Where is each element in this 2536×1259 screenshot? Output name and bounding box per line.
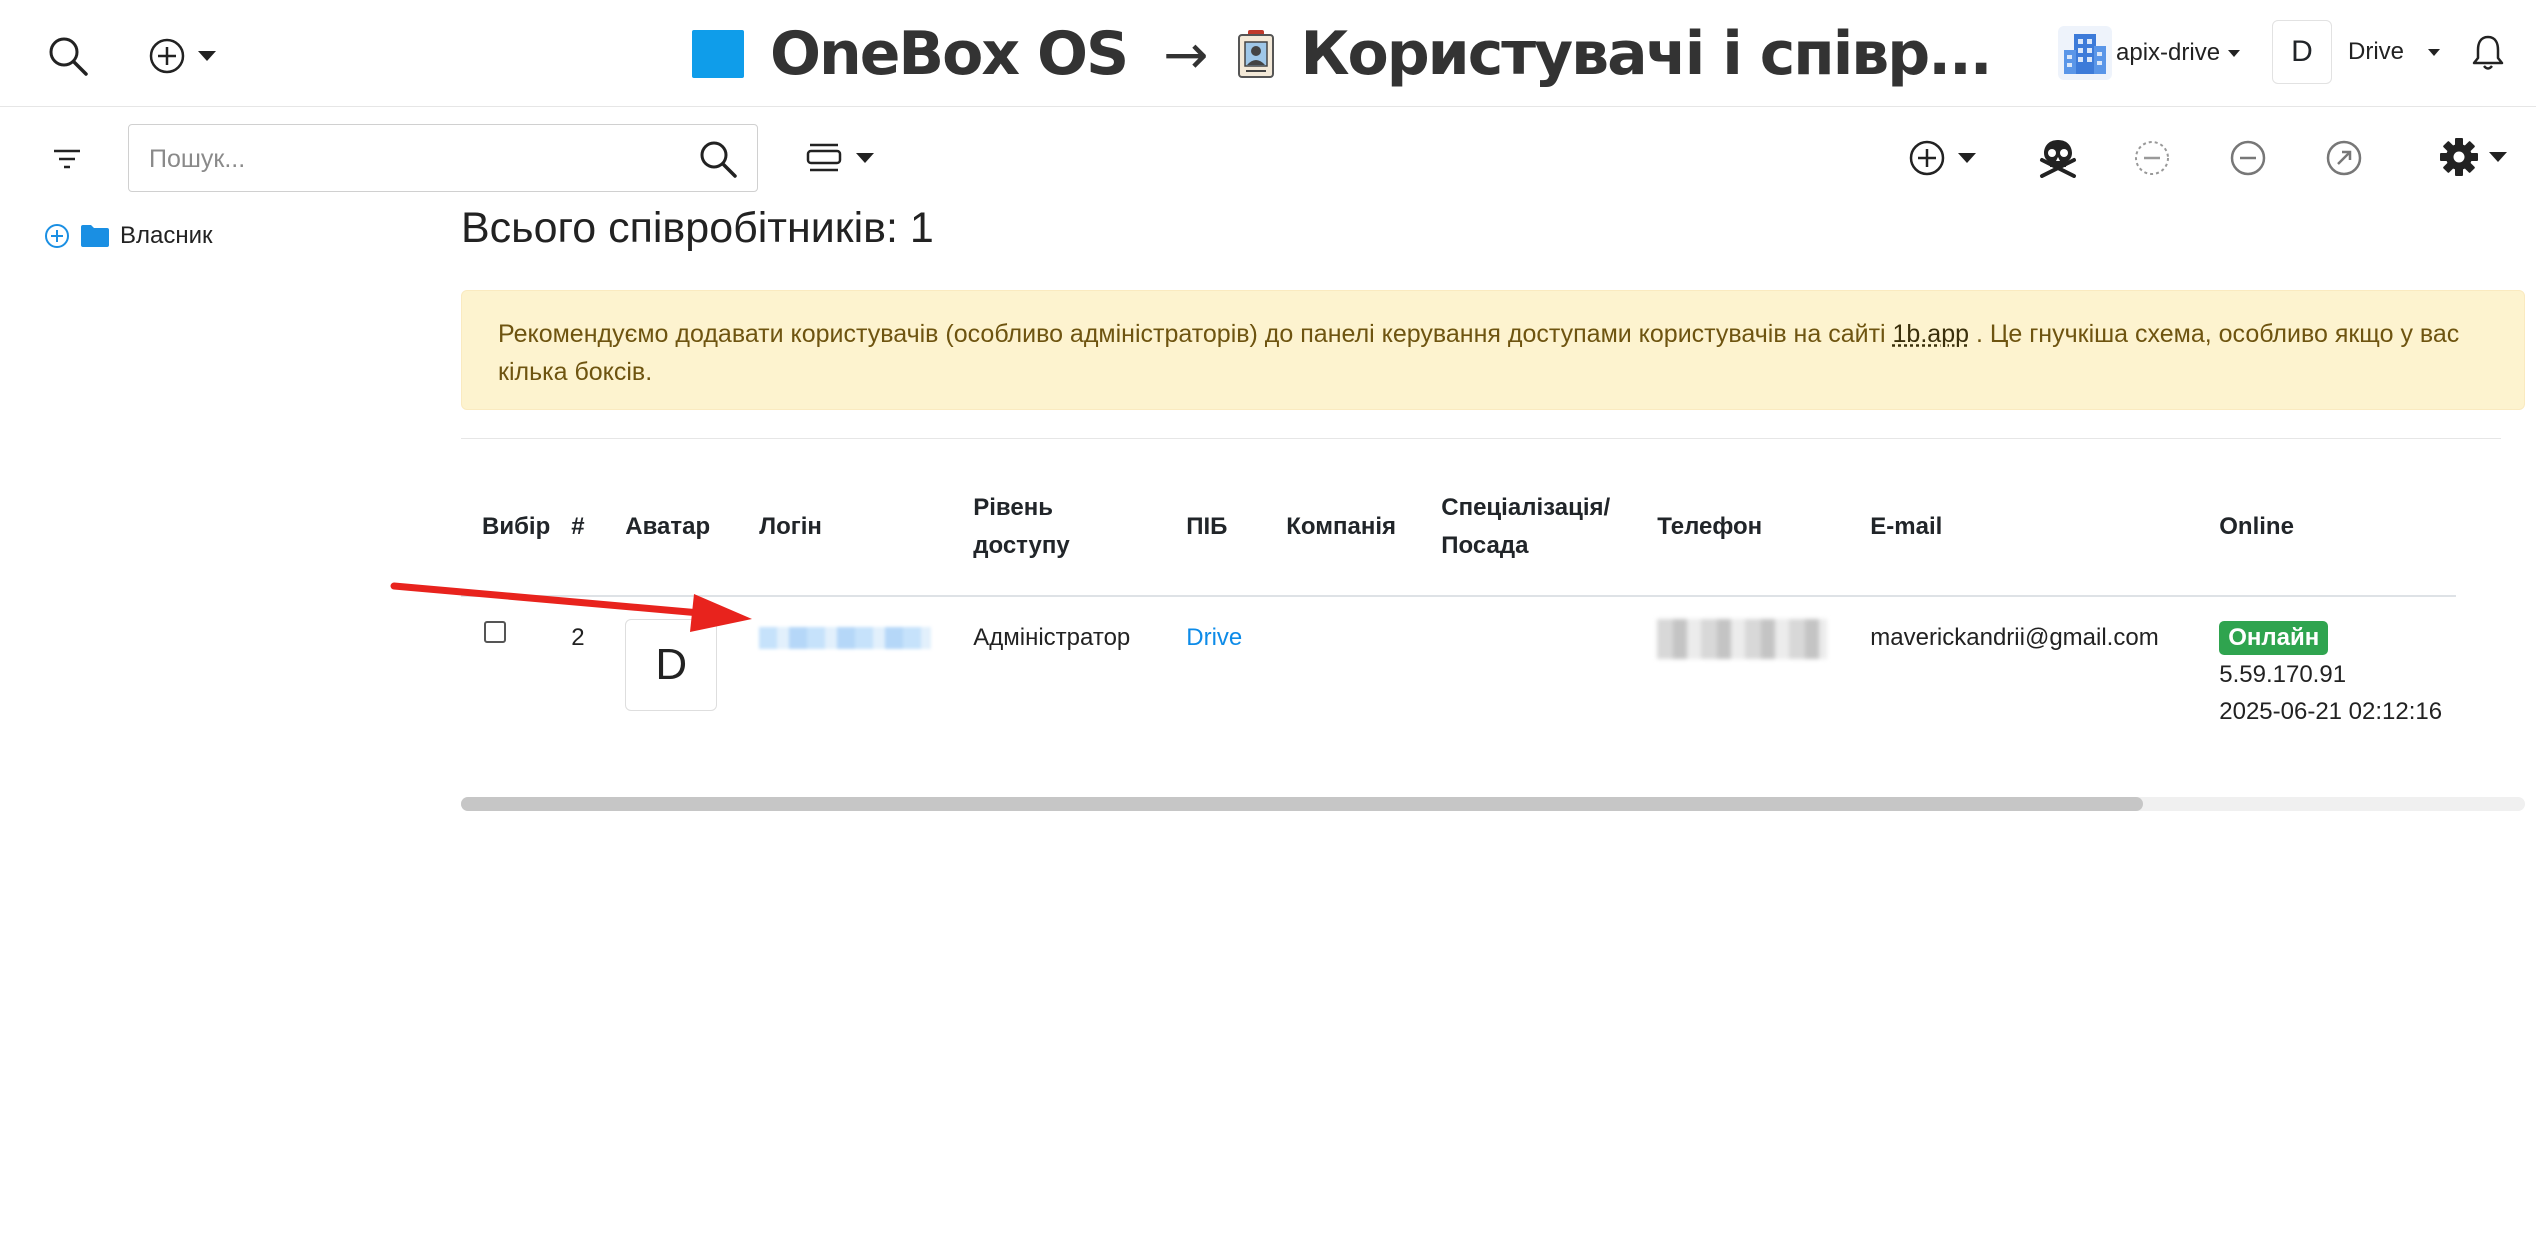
cell-name: Drive	[1165, 596, 1265, 767]
cell-position	[1420, 596, 1636, 767]
minus-dashed-icon[interactable]	[2130, 136, 2174, 180]
employee-name-link[interactable]: Drive	[1186, 597, 1265, 657]
chevron-down-icon	[2428, 48, 2441, 56]
cell-online: Онлайн 5.59.170.91 2025-06-21 02:12:16	[2198, 596, 2456, 767]
export-arrow-icon[interactable]	[2322, 136, 2366, 180]
employees-table: Вибір # Аватар Логін Рівень доступу ПІБ К…	[461, 458, 2457, 767]
chevron-down-icon	[856, 153, 874, 163]
chevron-down-icon	[2489, 152, 2507, 162]
cell-company	[1265, 596, 1420, 767]
skull-icon[interactable]	[2036, 136, 2080, 180]
online-status-badge: Онлайн	[2219, 621, 2329, 655]
phone-redacted	[1657, 619, 1828, 659]
col-header-online[interactable]: Online	[2198, 458, 2457, 597]
annotation-arrow-icon	[390, 582, 752, 632]
table-row: 2 D Адміністратор Drive maverickandrii@g…	[461, 596, 2456, 767]
expand-plus-icon[interactable]	[44, 223, 70, 249]
email-value: maverickandrii@gmail.com	[1870, 624, 2159, 651]
page-title: OneBox OS → Користувачі і співр...	[692, 18, 1993, 90]
chevron-down-icon	[2228, 49, 2241, 57]
col-header-name[interactable]: ПІБ	[1165, 458, 1266, 597]
search-field	[128, 124, 758, 193]
cell-email: maverickandrii@gmail.com	[1849, 596, 2198, 767]
last-seen-timestamp: 2025-06-21 02:12:16	[2219, 698, 2443, 725]
col-header-position[interactable]: Спеціалізація/Посада	[1420, 458, 1637, 597]
divider	[461, 438, 2501, 439]
ip-address: 5.59.170.91	[2219, 661, 2347, 688]
breadcrumb-arrow: →	[1163, 22, 1209, 86]
create-menu-button[interactable]	[142, 30, 222, 82]
cell-access: Адміністратор	[973, 624, 1131, 651]
employees-count-title: Всього співробітників: 1	[461, 204, 934, 252]
building-icon	[2058, 26, 2112, 80]
search-icon[interactable]	[697, 139, 739, 179]
settings-menu-button[interactable]	[2430, 132, 2516, 182]
login-link-redacted[interactable]	[759, 627, 932, 649]
col-header-email[interactable]: E-mail	[1849, 458, 2199, 597]
onebox-logo-icon	[692, 30, 744, 78]
bell-icon[interactable]	[2468, 30, 2508, 74]
id-badge-icon	[1238, 30, 1275, 78]
gear-icon	[2440, 138, 2478, 176]
section-title: Користувачі і співр...	[1300, 19, 1992, 89]
cell-login	[738, 596, 952, 767]
plus-circle-icon	[1909, 140, 1945, 176]
col-header-company[interactable]: Компанія	[1265, 458, 1421, 597]
alert-link[interactable]: 1b.app	[1893, 320, 1969, 348]
table-header-row: Вибір # Аватар Логін Рівень доступу ПІБ К…	[461, 458, 2457, 597]
view-mode-button[interactable]	[800, 138, 880, 178]
minus-circle-icon[interactable]	[2226, 136, 2270, 180]
cell-phone	[1636, 596, 1849, 767]
company-switcher[interactable]: apix-drive	[2058, 24, 2241, 82]
search-input[interactable]	[147, 125, 671, 193]
col-header-phone[interactable]: Телефон	[1636, 458, 1850, 597]
view-mode-icon	[806, 143, 842, 172]
plus-circle-icon	[149, 38, 185, 74]
chevron-down-icon	[198, 51, 216, 61]
user-menu[interactable]: D Drive	[2272, 20, 2441, 84]
app-name[interactable]: OneBox OS	[770, 19, 1129, 89]
folder-icon	[81, 225, 109, 247]
horizontal-scrollbar[interactable]	[461, 797, 2525, 811]
sidebar-item-owner[interactable]: Власник	[44, 218, 213, 254]
filter-icon[interactable]	[50, 144, 84, 174]
add-user-button[interactable]	[1902, 136, 1982, 180]
recommendation-alert: Рекомендуємо додавати користувачів (особ…	[461, 290, 2525, 410]
user-avatar: D	[2272, 20, 2332, 84]
sidebar-item-label: Власник	[120, 222, 213, 249]
scrollbar-thumb[interactable]	[461, 797, 2143, 811]
alert-text: Рекомендуємо додавати користувачів (особ…	[498, 320, 1886, 348]
company-name: apix-drive	[2116, 39, 2221, 66]
top-header: OneBox OS → Користувачі і співр... apix-…	[0, 0, 2536, 107]
col-header-access[interactable]: Рівень доступу	[952, 458, 1166, 597]
user-name: Drive	[2348, 38, 2405, 65]
global-search-icon[interactable]	[42, 30, 94, 82]
chevron-down-icon	[1958, 153, 1976, 163]
col-header-login[interactable]: Логін	[738, 458, 953, 597]
